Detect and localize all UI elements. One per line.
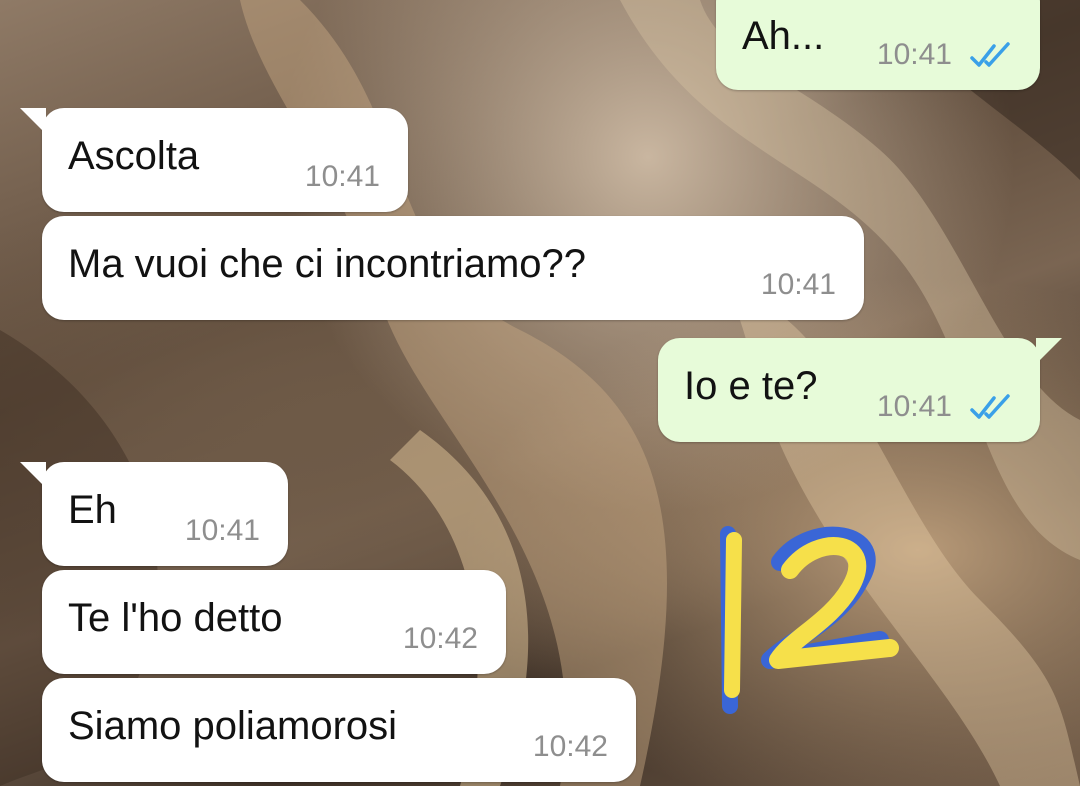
message-text: Eh: [68, 488, 117, 532]
message-timestamp: 10:41: [876, 390, 952, 423]
message-timestamp: 10:41: [760, 268, 836, 301]
message-timestamp: 10:41: [184, 514, 260, 547]
message-text: Ascolta: [68, 134, 200, 178]
incoming-message[interactable]: Ma vuoi che ci incontriamo?? 10:41: [42, 216, 864, 320]
message-timestamp: 10:42: [532, 730, 608, 763]
outgoing-message[interactable]: Ah... 10:41: [716, 0, 1040, 90]
incoming-message[interactable]: Ascolta 10:41: [20, 108, 408, 212]
message-text: Io e te?: [684, 364, 818, 408]
message-text: Ah...: [742, 14, 825, 58]
message-timestamp: 10:42: [402, 622, 478, 655]
handwritten-annotation-12: [720, 526, 899, 714]
message-text: Te l'ho detto: [68, 596, 283, 640]
message-timestamp: 10:41: [876, 38, 952, 71]
incoming-message[interactable]: Siamo poliamorosi 10:42: [42, 678, 636, 782]
message-text: Ma vuoi che ci incontriamo??: [68, 242, 587, 286]
incoming-message[interactable]: Te l'ho detto 10:42: [42, 570, 506, 674]
outgoing-message[interactable]: Io e te? 10:41: [658, 338, 1062, 442]
bubble-tail: [20, 462, 46, 488]
double-check-icon: [970, 42, 1010, 67]
bubble-tail: [20, 108, 46, 134]
message-timestamp: 10:41: [304, 160, 380, 193]
incoming-message[interactable]: Eh 10:41: [20, 462, 288, 566]
message-text: Siamo poliamorosi: [68, 704, 398, 748]
double-check-icon: [970, 394, 1010, 419]
bubble-tail: [1036, 338, 1062, 364]
